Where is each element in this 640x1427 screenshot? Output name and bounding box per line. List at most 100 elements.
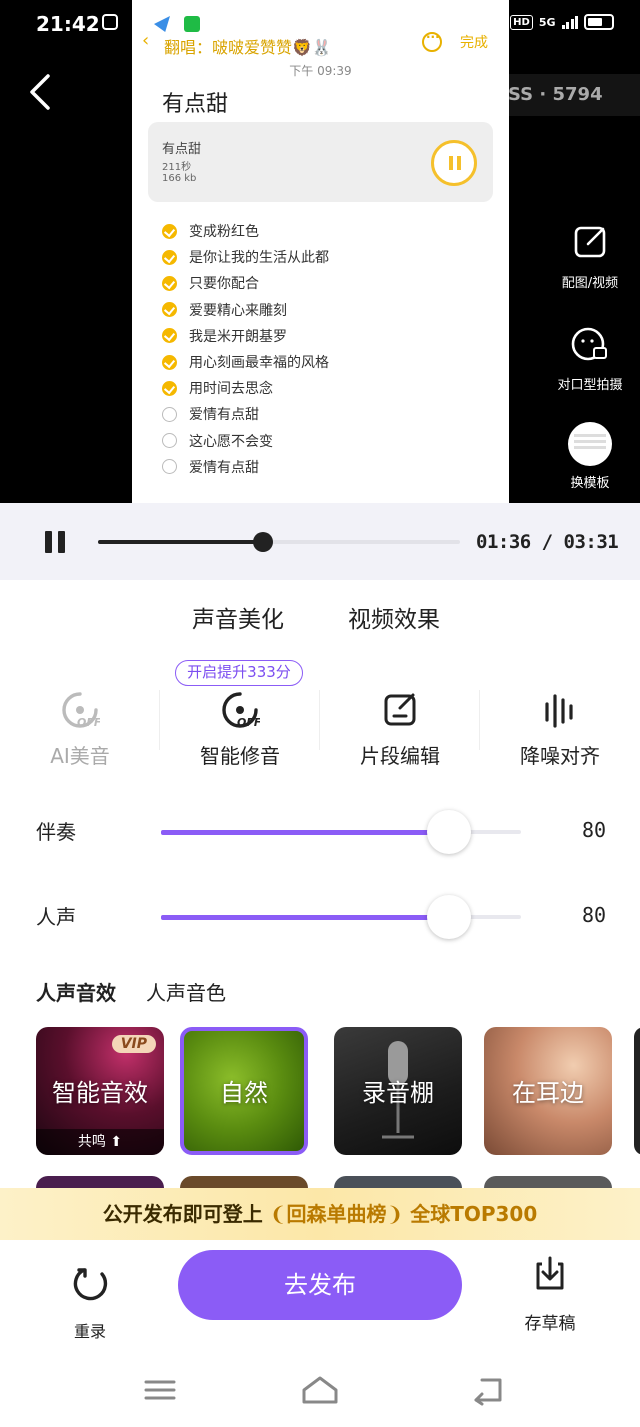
save-draft-icon <box>536 1256 564 1290</box>
laurel-right-icon: ❩ <box>386 1202 404 1226</box>
progress-track[interactable] <box>98 532 460 552</box>
unchecked-icon <box>162 459 177 475</box>
progress-handle[interactable] <box>252 532 273 552</box>
audio-pause-icon <box>431 140 477 186</box>
side-tool-label: 换模板 <box>570 476 610 491</box>
effect-label: 自然 <box>220 1079 268 1107</box>
progress-fill <box>98 540 263 544</box>
edit-image-icon <box>574 226 606 258</box>
promo-highlight: 回森单曲榜 <box>286 1202 387 1226</box>
smart-tune-off-icon: OFF <box>222 692 262 729</box>
lyric-text: 爱情有点甜 <box>189 407 259 424</box>
network-label: 5G <box>538 15 556 29</box>
tab-vocal-effects[interactable]: 人声音效 <box>36 977 116 1006</box>
boost-badge[interactable]: 开启提升333分 <box>175 660 303 686</box>
menu-icon[interactable] <box>140 1374 180 1406</box>
tool-ai-voice[interactable]: OFF AI美音 <box>0 690 160 769</box>
chat-timestamp: 下午 09:39 <box>289 64 352 78</box>
lyric-text: 用心刻画最幸福的风格 <box>189 355 329 372</box>
lyric-line: 爱要精心来雕刻 <box>162 297 492 323</box>
promo-prefix: 公开发布即可登上 <box>102 1202 263 1226</box>
lip-sync-camera-icon <box>571 327 607 361</box>
save-draft-button[interactable]: 存草稿 <box>518 1254 582 1334</box>
slider-value: 80 <box>582 818 607 842</box>
publish-button[interactable]: 去发布 <box>178 1250 462 1320</box>
back-arrow-icon[interactable] <box>22 70 62 114</box>
promo-suffix: 全球TOP300 <box>410 1202 538 1226</box>
checked-icon <box>162 380 177 396</box>
status-bar: 21:42 HD 5G <box>0 0 640 48</box>
effect-card-smart[interactable]: VIP 智能音效 共鸣 ⬆ <box>36 1027 164 1155</box>
vocal-slider: 人声 80 <box>0 893 640 943</box>
svg-text:OFF: OFF <box>237 716 260 729</box>
tool-label: AI美音 <box>50 744 110 768</box>
side-tool-lip-sync[interactable]: 对口型拍摄 <box>540 324 640 393</box>
effect-card-studio[interactable]: 录音棚 <box>334 1027 462 1155</box>
audio-name: 有点甜 <box>162 142 202 157</box>
tab-video-effects[interactable]: 视频效果 <box>348 600 440 634</box>
lyric-line: 爱情有点甜 <box>162 454 492 480</box>
hd-badge: HD <box>510 14 533 30</box>
slider-label: 伴奏 <box>36 820 76 844</box>
song-title: 有点甜 <box>162 92 229 117</box>
lyric-text: 爱要精心来雕刻 <box>189 302 287 319</box>
slider-track[interactable] <box>161 895 521 939</box>
lyric-text: 是你让我的生活从此都 <box>189 250 329 267</box>
checked-icon <box>162 249 177 265</box>
lyric-text: 爱情有点甜 <box>189 459 259 476</box>
lyric-text: 用时间去思念 <box>189 381 273 398</box>
video-preview: 21:42 HD 5G ‹ 翻唱：啵啵爱赞赞🦁🐰 完成 下午 09:39 有点甜… <box>0 0 640 503</box>
pause-icon[interactable] <box>43 531 67 553</box>
bottom-actions: 重录 去发布 存草稿 <box>0 1240 640 1360</box>
time-label: 01:36 / 03:31 <box>476 531 619 553</box>
tv-icon <box>102 14 118 30</box>
effect-sub-label: 共鸣 ⬆ <box>36 1129 164 1155</box>
rerecord-label: 重录 <box>73 1322 106 1341</box>
current-time: 01:36 <box>476 531 531 553</box>
tab-vocal-timbre[interactable]: 人声音色 <box>146 977 226 1006</box>
tool-smart-tune[interactable]: OFF 智能修音 <box>160 690 320 769</box>
tool-segment-edit[interactable]: 片段编辑 <box>320 690 480 769</box>
chat-screenshot: ‹ 翻唱：啵啵爱赞赞🦁🐰 完成 下午 09:39 有点甜 有点甜 211秒 16… <box>132 0 509 503</box>
promo-banner[interactable]: 公开发布即可登上 ❨回森单曲榜❩ 全球TOP300 <box>0 1188 640 1240</box>
slider-handle[interactable] <box>427 810 471 854</box>
lyrics-list: 变成粉红色 是你让我的生活从此都 只要你配合 爱要精心来雕刻 我是米开朗基罗 用心刻画最幸… <box>162 218 492 480</box>
tool-label: 智能修音 <box>200 744 280 768</box>
effect-tabs: 人声音效 人声音色 <box>0 977 640 1009</box>
total-time: 03:31 <box>563 531 619 553</box>
tab-voice-beautify[interactable]: 声音美化 <box>192 600 284 634</box>
checked-icon <box>162 223 177 239</box>
playback-bar: 01:36 / 03:31 <box>0 503 640 580</box>
tool-label: 片段编辑 <box>360 744 440 768</box>
slider-track[interactable] <box>161 810 521 854</box>
side-tool-template[interactable]: 换模板 <box>540 422 640 491</box>
effect-card-partial[interactable] <box>634 1027 640 1155</box>
vip-badge: VIP <box>111 1035 156 1053</box>
effect-card-ear[interactable]: 在耳边 <box>484 1027 612 1155</box>
lyric-line: 爱情有点甜 <box>162 401 492 427</box>
back-icon[interactable] <box>468 1374 508 1406</box>
counter-badge: SS · 5794 <box>468 74 640 116</box>
effect-card-natural[interactable]: 自然 <box>180 1027 308 1155</box>
effect-label: 录音棚 <box>362 1079 434 1107</box>
lyric-text: 变成粉红色 <box>189 224 259 241</box>
accompaniment-slider: 伴奏 80 <box>0 808 640 858</box>
rerecord-button[interactable]: 重录 <box>58 1264 122 1342</box>
tool-label: 降噪对齐 <box>520 744 600 768</box>
slider-handle[interactable] <box>427 895 471 939</box>
tool-denoise-align[interactable]: 降噪对齐 <box>480 690 640 769</box>
lyric-line: 用心刻画最幸福的风格 <box>162 349 492 375</box>
checked-icon <box>162 328 177 344</box>
status-indicators: HD 5G <box>510 14 614 30</box>
side-tool-image-video[interactable]: 配图/视频 <box>540 222 640 291</box>
home-icon[interactable] <box>300 1374 340 1406</box>
slider-fill <box>161 830 449 835</box>
segment-edit-icon <box>384 693 416 726</box>
lyric-line: 我是米开朗基罗 <box>162 323 492 349</box>
save-draft-label: 存草稿 <box>524 1314 576 1334</box>
audio-size: 166 kb <box>162 173 197 184</box>
slider-value: 80 <box>582 903 607 927</box>
battery-icon <box>584 14 614 30</box>
effect-label: 智能音效 <box>52 1079 148 1107</box>
laurel-left-icon: ❨ <box>269 1202 287 1226</box>
